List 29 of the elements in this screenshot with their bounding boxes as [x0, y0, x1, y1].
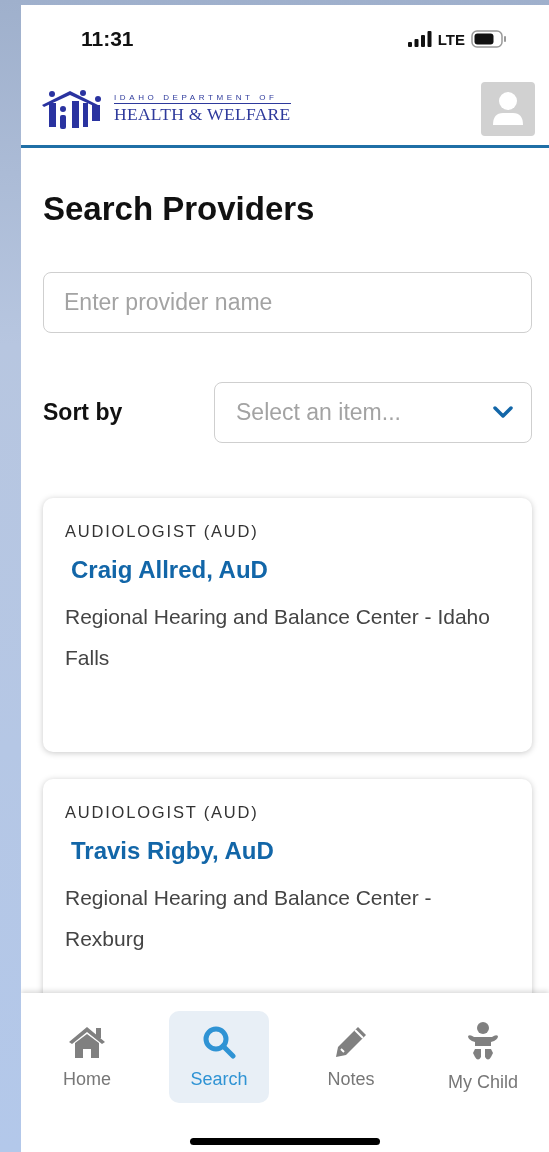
provider-card[interactable]: AUDIOLOGIST (AUD) Travis Rigby, AuD Regional Hearing and Balance Center - Rexburg [43, 779, 532, 993]
provider-location: Regional Hearing and Balance Center - Rexburg [65, 885, 433, 952]
person-icon [493, 91, 523, 127]
tab-button[interactable]: Notes [301, 1011, 401, 1103]
status-time: 11:31 [81, 27, 134, 51]
avatar-button[interactable] [481, 82, 535, 136]
provider-category: AUDIOLOGIST (AUD) [65, 803, 260, 822]
page-title: Search Providers [43, 190, 316, 228]
baby-icon [466, 1021, 500, 1062]
sort-dropdown[interactable]: Select an item... [214, 382, 532, 443]
sort-label: Sort by [43, 399, 123, 426]
provider-location: Regional Hearing and Balance Center - Idaho Falls [65, 604, 491, 671]
search-field[interactable]: Enter provider name [43, 272, 532, 333]
provider-category: AUDIOLOGIST (AUD) [65, 522, 260, 541]
logo-subtitle: IDAHO DEPARTMENT OF [114, 93, 291, 104]
tab-button[interactable]: Search [169, 1011, 269, 1103]
battery-icon [471, 30, 507, 48]
search-icon [202, 1024, 236, 1059]
logo-title: HEALTH & WELFARE [114, 104, 291, 125]
provider-name-link[interactable]: Travis Rigby, AuD [71, 837, 274, 865]
provider-name-link[interactable]: Craig Allred, AuD [71, 556, 268, 584]
chevron-down-icon [493, 406, 513, 419]
provider-card[interactable]: AUDIOLOGIST (AUD) Craig Allred, AuD Regional Hearing and Balance Center - Idaho Falls [43, 498, 532, 752]
network-label: LTE [437, 30, 465, 48]
pencil-icon [334, 1024, 368, 1059]
tab-button[interactable]: Home [37, 1011, 137, 1103]
home-icon [67, 1024, 107, 1059]
signal-icon [407, 31, 432, 47]
tab-button[interactable]: My Child [433, 1011, 533, 1103]
